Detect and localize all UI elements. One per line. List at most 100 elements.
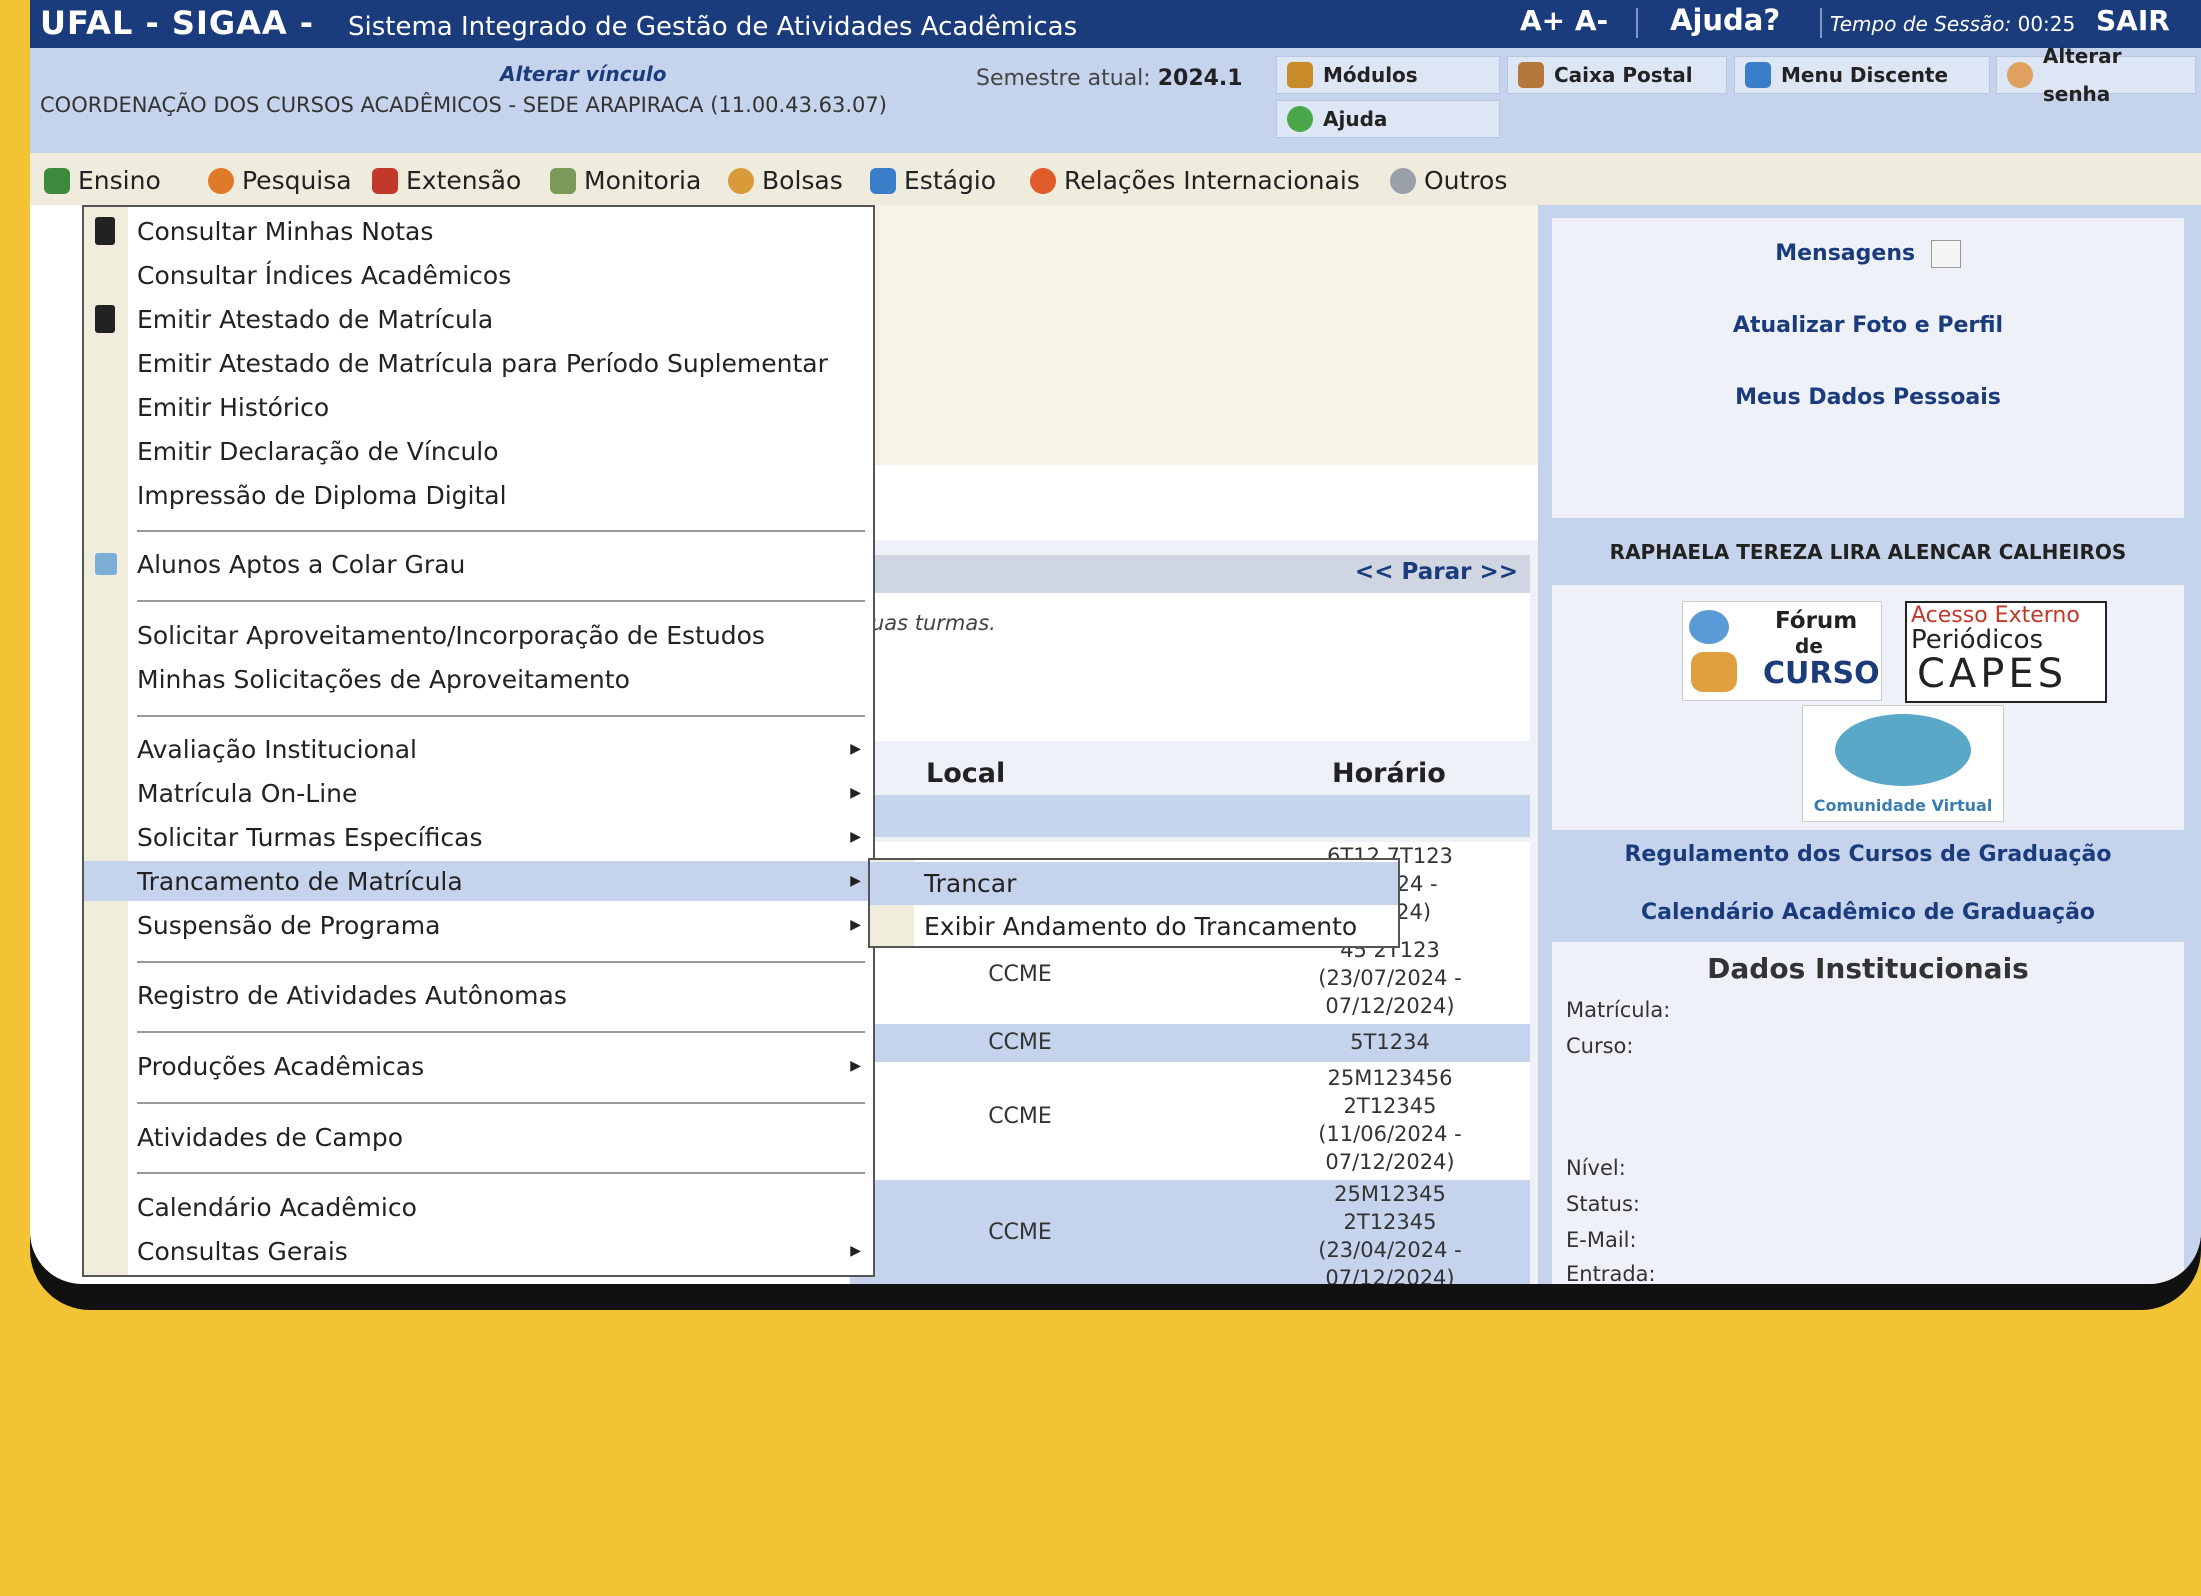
menu-divider [137,530,865,532]
column-header-horario: Horário [1332,758,1446,789]
help-button[interactable]: Ajuda [1276,100,1500,138]
menu-item-trancamento-matricula[interactable]: Trancamento de Matrícula ▶ [84,861,873,901]
menu-item-avaliacao-institucional[interactable]: Avaliação Institucional ▶ [84,729,873,769]
menu-relacoes-internacionais[interactable]: Relações Internacionais [1030,166,1360,195]
mailbox-label: Caixa Postal [1554,63,1693,87]
menu-item-historico[interactable]: Emitir Histórico [84,387,873,427]
submenu-arrow-icon: ▶ [850,917,861,933]
menu-item-atestado-matricula[interactable]: Emitir Atestado de Matrícula [84,299,873,339]
update-photo-link[interactable]: Atualizar Foto e Perfil [1552,313,2184,338]
top-bar: UFAL - SIGAA - Sistema Integrado de Gest… [30,0,2201,48]
menu-item-consultar-indices[interactable]: Consultar Índices Acadêmicos [84,255,873,295]
trancamento-submenu: Trancar Exibir Andamento do Trancamento [868,858,1400,948]
menu-item-label: Trancamento de Matrícula [137,866,463,896]
menu-item-aptos-colar-grau[interactable]: Alunos Aptos a Colar Grau [84,544,873,584]
submenu-item-trancar[interactable]: Trancar [870,862,1398,905]
ensino-dropdown-menu: Consultar Minhas Notas Consultar Índices… [82,205,875,1277]
menu-item-matricula-online[interactable]: Matrícula On-Line ▶ [84,773,873,813]
row-horario-line: 5T1234 [1350,1030,1430,1054]
table-subheader [850,795,1530,837]
forum-curso-logo[interactable]: Fórum de CURSO [1682,601,1882,701]
forum-line3: CURSO [1763,656,1880,691]
flask-icon [208,167,234,194]
menu-item-label: Calendário Acadêmico [137,1192,417,1222]
email-label: E-Mail: [1566,1228,1637,1252]
logos-panel: Fórum de CURSO Acesso Externo Periódicos… [1552,585,2184,830]
menu-divider [137,1102,865,1104]
menu-item-producoes-academicas[interactable]: Produções Acadêmicas ▶ [84,1046,873,1086]
institutional-title: Dados Institucionais [1707,952,2029,985]
mailbox-button[interactable]: Caixa Postal [1507,56,1727,94]
logout-button[interactable]: SAIR [2096,4,2170,37]
semester-value: 2024.1 [1157,66,1243,91]
menu-item-calendario-academico[interactable]: Calendário Acadêmico [84,1187,873,1227]
menu-item-atividades-campo[interactable]: Atividades de Campo [84,1117,873,1157]
menu-estagio[interactable]: Estágio [870,166,996,195]
font-size-controls[interactable]: A+ A- [1520,4,1608,37]
forum-line2: de [1795,634,1823,658]
browser-screen: UFAL - SIGAA - Sistema Integrado de Gest… [30,0,2201,1284]
menu-item-declaracao-vinculo[interactable]: Emitir Declaração de Vínculo [84,431,873,471]
row-horario-line: 07/12/2024) [1325,1266,1455,1284]
submenu-item-exibir-andamento[interactable]: Exibir Andamento do Trancamento [870,905,1398,948]
menu-monitoria[interactable]: Monitoria [550,166,701,195]
submenu-arrow-icon: ▶ [850,1058,861,1074]
submenu-item-label: Trancar [924,869,1017,898]
broken-image-icon [1930,240,1961,268]
menu-item-atividades-autonomas[interactable]: Registro de Atividades Autônomas [84,975,873,1015]
menu-item-atestado-suplementar[interactable]: Emitir Atestado de Matrícula para Períod… [84,343,873,383]
academic-calendar-link[interactable]: Calendário Acadêmico de Graduação [1552,900,2184,925]
menu-pesquisa-label: Pesquisa [242,166,352,195]
change-link-link[interactable]: Alterar vínculo [500,62,666,86]
messages-link[interactable]: Mensagens [1552,240,2184,268]
menu-monitoria-label: Monitoria [584,166,702,195]
menu-outros[interactable]: Outros [1390,166,1507,195]
menu-item-minhas-solicitacoes[interactable]: Minhas Solicitações de Aproveitamento [84,659,873,699]
menu-ensino[interactable]: Ensino [44,166,161,195]
classes-message: suas turmas. [850,593,1530,741]
menu-item-consultar-notas[interactable]: Consultar Minhas Notas [84,211,873,251]
main-menu-bar: Ensino Pesquisa Extensão Monitoria Bolsa… [30,153,2201,205]
virtual-community-logo[interactable]: Comunidade Virtual [1802,705,2004,822]
menu-item-label: Atividades de Campo [137,1122,404,1152]
row-horario-line: 25M12345 [1334,1182,1446,1206]
row-horario-line: (23/04/2024 - [1318,1238,1462,1262]
current-semester: Semestre atual: 2024.1 [976,66,1243,91]
capes-logo[interactable]: Acesso Externo Periódicos CAPES [1905,601,2107,703]
menu-item-suspensao-programa[interactable]: Suspensão de Programa ▶ [84,905,873,945]
submenu-arrow-icon: ▶ [850,741,861,757]
menu-item-label: Solicitar Turmas Específicas [137,822,483,852]
modules-button[interactable]: Módulos [1276,56,1500,94]
row-horario-line: 2T12345 [1343,1210,1437,1234]
menu-item-label: Alunos Aptos a Colar Grau [137,549,466,579]
menu-extensao-label: Extensão [406,166,522,195]
change-password-button[interactable]: Alterar senha [1996,44,2196,106]
menu-item-turmas-especificas[interactable]: Solicitar Turmas Específicas ▶ [84,817,873,857]
menu-pesquisa[interactable]: Pesquisa [208,166,352,195]
menu-extensao[interactable]: Extensão [372,166,521,195]
help-link[interactable]: Ajuda? [1670,3,1780,37]
menu-item-solicitar-aproveitamento[interactable]: Solicitar Aproveitamento/Incorporação de… [84,615,873,655]
ticker-nav[interactable]: << Parar >> [1355,559,1518,585]
menu-divider [137,715,865,717]
menu-bolsas[interactable]: Bolsas [728,166,843,195]
menu-item-label: Impressão de Diploma Digital [137,480,507,510]
menu-item-label: Emitir Histórico [137,392,330,422]
row-horario-line: 2T12345 [1343,1094,1437,1118]
institutional-data-panel: Dados Institucionais Matrícula: Curso: N… [1552,942,2184,1284]
personal-data-link[interactable]: Meus Dados Pessoais [1552,385,2184,410]
menu-bolsas-label: Bolsas [762,166,843,195]
regulation-link[interactable]: Regulamento dos Cursos de Graduação [1552,842,2184,867]
people-icon [1691,652,1737,692]
session-time: 00:25 [2017,12,2076,36]
menu-item-diploma-digital[interactable]: Impressão de Diploma Digital [84,475,873,515]
submenu-arrow-icon: ▶ [850,1243,861,1259]
menu-divider [137,961,865,963]
community-label: Comunidade Virtual [1813,796,1993,815]
session-label: Tempo de Sessão: [1830,12,2012,36]
menu-item-label: Registro de Atividades Autônomas [137,980,567,1010]
level-label: Nível: [1566,1156,1626,1180]
student-menu-button[interactable]: Menu Discente [1734,56,1990,94]
student-name: RAPHAELA TEREZA LIRA ALENCAR CALHEIROS [1609,540,2127,564]
menu-item-consultas-gerais[interactable]: Consultas Gerais ▶ [84,1231,873,1271]
